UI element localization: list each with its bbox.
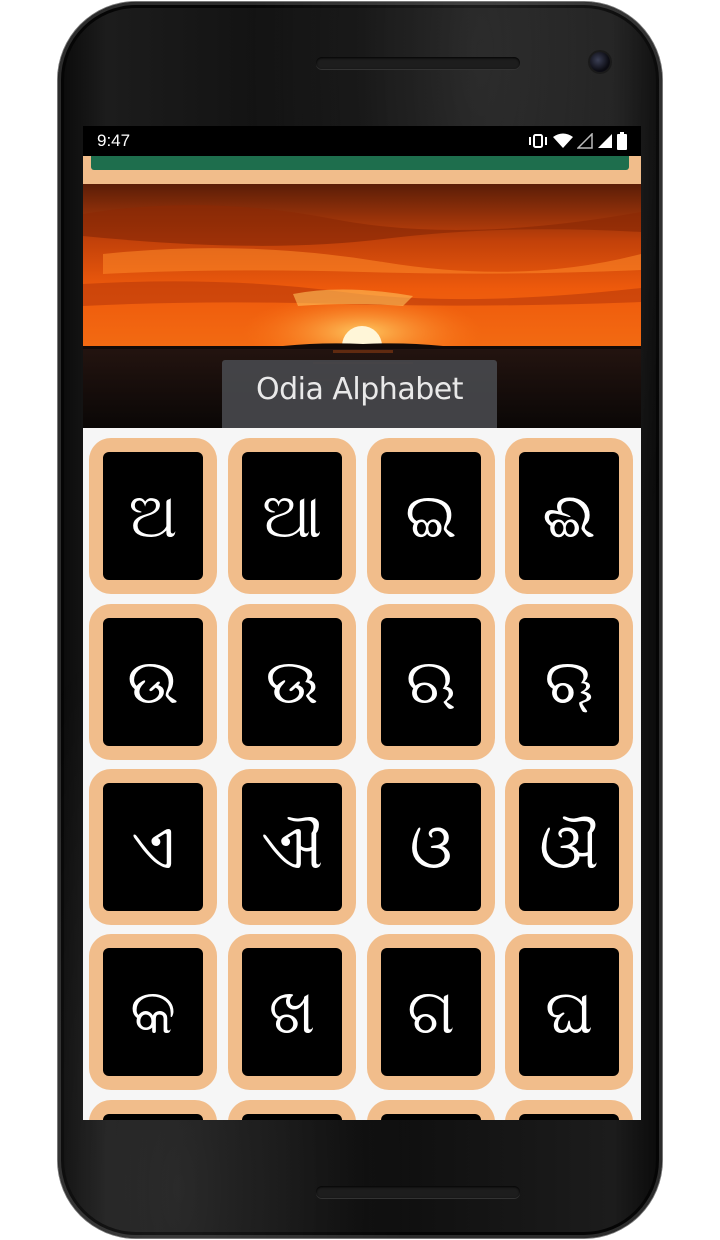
letter-glyph: ୠ xyxy=(544,645,594,718)
letter-card xyxy=(519,1114,619,1120)
letter-tile[interactable]: ଘ xyxy=(505,934,633,1090)
letter-glyph: ଊ xyxy=(265,645,319,718)
letter-card: ଔ xyxy=(519,783,619,911)
letter-glyph: ଖ xyxy=(268,975,316,1048)
letter-card: ଊ xyxy=(242,618,342,746)
letter-tile[interactable]: ଉ xyxy=(89,604,217,760)
letter-glyph: ଉ xyxy=(127,645,179,718)
letter-tile[interactable]: ଓ xyxy=(367,769,495,925)
sunset-banner-image: Odia Alphabet xyxy=(83,184,641,428)
letter-card: ଏ xyxy=(103,783,203,911)
letter-tile[interactable]: ଆ xyxy=(228,438,356,594)
letter-tile[interactable] xyxy=(367,1100,495,1120)
letter-glyph: ଔ xyxy=(539,810,599,883)
page-title: Odia Alphabet xyxy=(222,360,497,428)
letter-tile[interactable] xyxy=(505,1100,633,1120)
letter-card xyxy=(242,1114,342,1120)
letter-card: ଐ xyxy=(242,783,342,911)
app-screen: 9:47 Odia Alphabet ଅ ଆ ଇ ଈ ଉ ଊ ଋ ୠ ଏ ଐ ଓ… xyxy=(83,126,641,1120)
toolbar-accent-bar xyxy=(91,156,629,170)
letter-tile[interactable]: ଐ xyxy=(228,769,356,925)
letter-card: ଅ xyxy=(103,452,203,580)
letter-tile[interactable]: ଈ xyxy=(505,438,633,594)
letter-glyph: ଘ xyxy=(544,975,594,1048)
letter-tile[interactable] xyxy=(228,1100,356,1120)
letter-tile[interactable]: ଔ xyxy=(505,769,633,925)
letter-glyph: ଗ xyxy=(407,975,455,1048)
signal-empty-icon xyxy=(577,133,593,149)
bottom-speaker xyxy=(316,1186,520,1198)
earpiece-speaker xyxy=(316,57,520,69)
letter-glyph: ଋ xyxy=(405,645,457,718)
letter-tile[interactable]: ଖ xyxy=(228,934,356,1090)
letter-card: ଖ xyxy=(242,948,342,1076)
letter-card: ଓ xyxy=(381,783,481,911)
letter-tile[interactable] xyxy=(89,1100,217,1120)
letter-tile[interactable]: ଊ xyxy=(228,604,356,760)
letter-glyph: ଈ xyxy=(542,479,596,552)
letter-tile[interactable]: କ xyxy=(89,934,217,1090)
letter-card: ୠ xyxy=(519,618,619,746)
letter-card xyxy=(103,1114,203,1120)
letter-glyph: ଏ xyxy=(131,810,175,883)
status-icons xyxy=(527,132,627,150)
battery-icon xyxy=(617,132,627,150)
wifi-icon xyxy=(553,133,573,149)
letter-card: ଉ xyxy=(103,618,203,746)
letter-tile[interactable]: ଇ xyxy=(367,438,495,594)
letter-tile[interactable]: ଋ xyxy=(367,604,495,760)
letter-card: ଗ xyxy=(381,948,481,1076)
letter-card: କ xyxy=(103,948,203,1076)
letter-tile[interactable]: ଅ xyxy=(89,438,217,594)
status-bar: 9:47 xyxy=(83,126,641,156)
signal-icon xyxy=(597,133,613,149)
vibrate-icon xyxy=(527,133,549,149)
letter-card: ଈ xyxy=(519,452,619,580)
letter-tile[interactable]: ଏ xyxy=(89,769,217,925)
letter-card: ଘ xyxy=(519,948,619,1076)
front-camera xyxy=(590,52,610,72)
letter-glyph: କ xyxy=(130,975,176,1048)
letter-glyph: ଓ xyxy=(409,810,453,883)
letter-glyph: ଇ xyxy=(405,479,457,552)
app-toolbar xyxy=(83,156,641,186)
status-time: 9:47 xyxy=(97,131,131,150)
letter-card xyxy=(381,1114,481,1120)
letter-glyph: ଆ xyxy=(261,479,323,552)
letter-tile[interactable]: ଗ xyxy=(367,934,495,1090)
letter-card: ଆ xyxy=(242,452,342,580)
letter-card: ଋ xyxy=(381,618,481,746)
letter-tile[interactable]: ୠ xyxy=(505,604,633,760)
letter-card: ଇ xyxy=(381,452,481,580)
letter-glyph: ଅ xyxy=(128,479,178,552)
letter-glyph: ଐ xyxy=(260,810,323,883)
alphabet-grid: ଅ ଆ ଇ ଈ ଉ ଊ ଋ ୠ ଏ ଐ ଓ ଔ କ ଖ ଗ ଘ xyxy=(83,428,641,1120)
